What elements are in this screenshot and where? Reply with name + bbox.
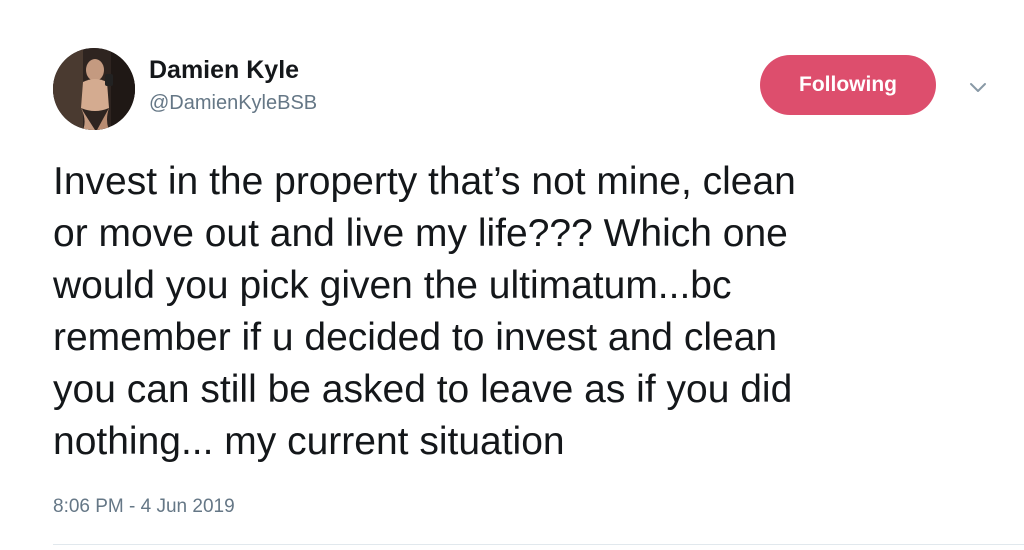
tweet-text-line: remember if u decided to invest and clea… [53,316,778,359]
chevron-down-icon [970,83,986,92]
tweet-timestamp[interactable]: 8:06 PM - 4 Jun 2019 [53,496,235,518]
tweet-text-line: you can still be asked to leave as if yo… [53,368,793,411]
avatar[interactable] [53,48,135,130]
user-handle[interactable]: @DamienKyleBSB [149,92,317,115]
tweet-text-line: Invest in the property that’s not mine, … [53,160,796,203]
tweet-text-line: nothing... my current situation [53,420,565,463]
following-button-label: Following [799,73,897,96]
profile-photo-icon [53,48,135,130]
tweet-menu-caret[interactable] [966,80,990,96]
tweet-text-line: would you pick given the ultimatum...bc [53,264,732,307]
tweet-text: Invest in the property that’s not mine, … [53,156,993,468]
display-name[interactable]: Damien Kyle [149,56,299,85]
tweet-text-line: or move out and live my life??? Which on… [53,212,788,255]
divider [53,544,1024,545]
following-button[interactable]: Following [760,55,936,115]
